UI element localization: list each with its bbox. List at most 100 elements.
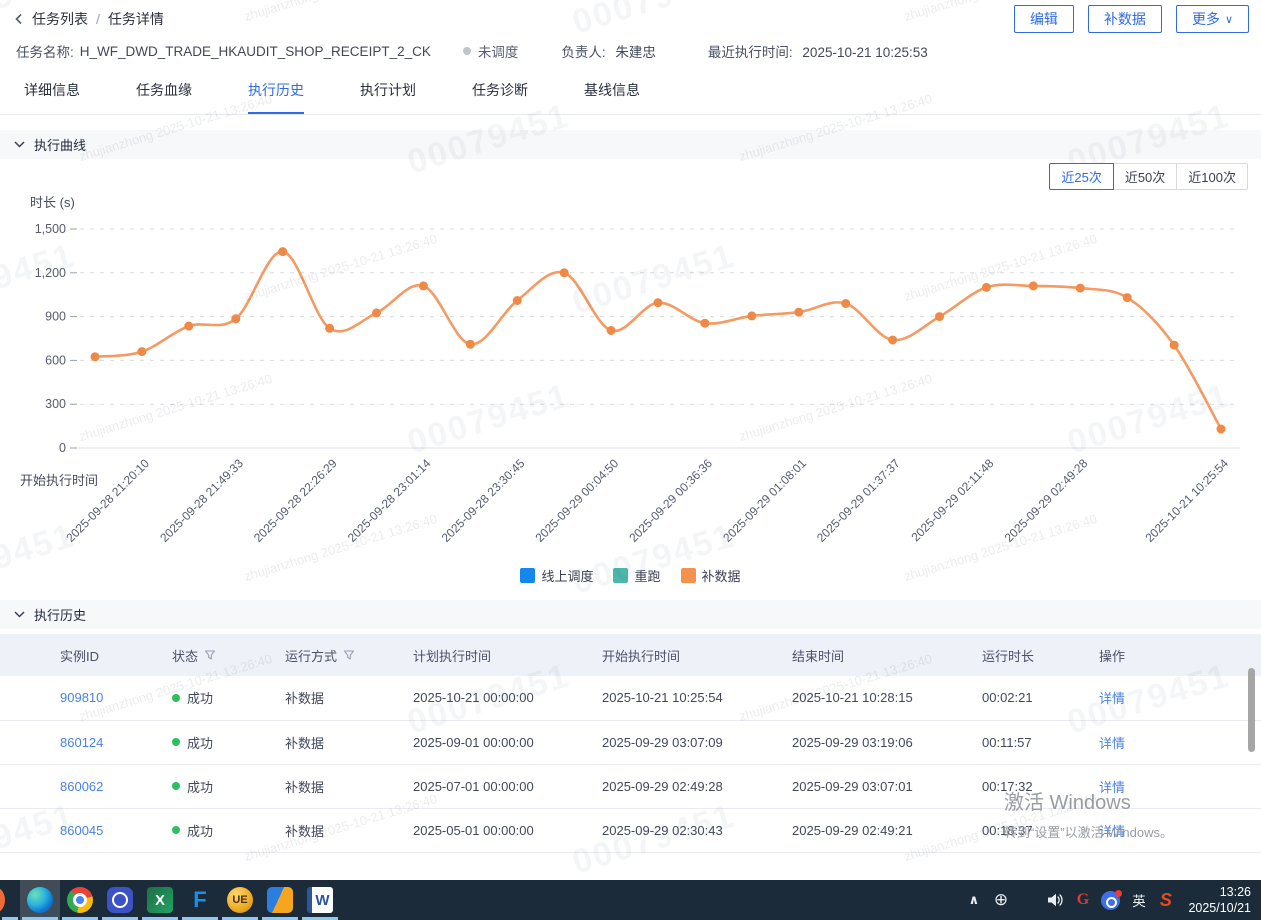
data-point[interactable]: [1029, 281, 1038, 290]
instance-id-link[interactable]: 909810: [60, 690, 103, 705]
svg-text:2025-09-29 01:08:01: 2025-09-29 01:08:01: [720, 456, 809, 545]
tray-s-app-icon[interactable]: S: [1157, 889, 1174, 911]
chevron-down-icon: ∨: [1225, 13, 1233, 26]
table-row: 909810成功补数据2025-10-21 00:00:002025-10-21…: [0, 676, 1261, 720]
range-100-button[interactable]: 近100次: [1176, 163, 1248, 190]
svg-text:900: 900: [45, 310, 66, 324]
instance-id-link[interactable]: 860124: [60, 735, 103, 750]
svg-text:2025-10-21 10:25:54: 2025-10-21 10:25:54: [1142, 456, 1231, 545]
data-point[interactable]: [654, 298, 663, 307]
data-point[interactable]: [466, 340, 475, 349]
more-button[interactable]: 更多∨: [1176, 5, 1249, 33]
taskbar-ultraedit-icon[interactable]: UE: [220, 880, 260, 920]
taskbar-clock[interactable]: 13:26 2025/10/21: [1184, 880, 1261, 920]
patch-data-button[interactable]: 补数据: [1088, 5, 1162, 33]
range-25-button[interactable]: 近25次: [1049, 163, 1113, 190]
data-point[interactable]: [325, 324, 334, 333]
column-header: 操作: [1099, 634, 1261, 676]
taskbar: XFUE W ∧ ⊕ G 英S 13:26 2025/10/21: [0, 880, 1261, 920]
data-point[interactable]: [419, 281, 428, 290]
range-50-button[interactable]: 近50次: [1113, 163, 1177, 190]
legend-item[interactable]: 补数据: [681, 566, 741, 585]
data-point[interactable]: [700, 319, 709, 328]
run-mode-cell: 补数据: [285, 676, 413, 720]
data-point[interactable]: [513, 296, 522, 305]
detail-link[interactable]: 详情: [1099, 736, 1125, 751]
taskbar-edge-icon[interactable]: [20, 880, 60, 920]
range-button-group: 近25次近50次近100次: [1049, 163, 1248, 190]
taskbar-word-icon[interactable]: W: [300, 880, 340, 920]
data-point[interactable]: [935, 312, 944, 321]
column-label: 实例ID: [60, 646, 99, 665]
data-point[interactable]: [982, 283, 991, 292]
taskbar-dingtalk-icon[interactable]: [100, 880, 140, 920]
tray-im-badge-icon[interactable]: [1101, 891, 1120, 910]
tray-g-app-icon[interactable]: G: [1074, 889, 1091, 911]
legend-item[interactable]: 重跑: [613, 566, 660, 585]
filter-icon[interactable]: [343, 649, 355, 661]
data-point[interactable]: [888, 336, 897, 345]
filter-icon[interactable]: [204, 649, 216, 661]
data-point[interactable]: [607, 326, 616, 335]
taskbar-excel-icon[interactable]: X: [140, 880, 180, 920]
excel-glyph: X: [147, 887, 173, 913]
tray-windows-icon[interactable]: [1019, 889, 1036, 911]
status-text: 未调度: [478, 41, 519, 61]
data-point[interactable]: [278, 247, 287, 256]
tray-chevron-up-icon[interactable]: ∧: [965, 889, 982, 911]
status-badge: 成功: [172, 821, 285, 840]
taskbar-apps: XFUE W: [0, 880, 340, 920]
curve-section-header[interactable]: 执行曲线: [0, 130, 1261, 159]
data-point[interactable]: [747, 311, 756, 320]
activate-windows-line1: 激活 Windows: [1004, 786, 1173, 815]
instance-id-link[interactable]: 860062: [60, 779, 103, 794]
data-point[interactable]: [1170, 341, 1179, 350]
data-point[interactable]: [1123, 293, 1132, 302]
tab-baseline-info[interactable]: 基线信息: [584, 80, 640, 114]
breadcrumb-task-list[interactable]: 任务列表: [32, 9, 88, 29]
data-point[interactable]: [137, 347, 146, 356]
edit-button[interactable]: 编辑: [1014, 5, 1074, 33]
data-point[interactable]: [184, 322, 193, 331]
tab-task-lineage[interactable]: 任务血缘: [136, 80, 192, 114]
tray-network-icon[interactable]: ⊕: [992, 889, 1009, 911]
instance-id-link[interactable]: 860045: [60, 823, 103, 838]
action-cell: 详情: [1099, 720, 1261, 764]
data-point[interactable]: [560, 268, 569, 277]
data-point[interactable]: [91, 352, 100, 361]
data-point[interactable]: [1217, 425, 1226, 434]
taskbar-pen-icon[interactable]: [0, 880, 20, 920]
tab-detail-info[interactable]: 详细信息: [24, 80, 80, 114]
table-scrollbar[interactable]: [1248, 668, 1255, 752]
data-point[interactable]: [231, 314, 240, 323]
detail-link[interactable]: 详情: [1099, 691, 1125, 706]
taskbar-chrome-icon[interactable]: [60, 880, 100, 920]
column-header-inner: 开始执行时间: [602, 646, 792, 665]
tab-task-diagnosis[interactable]: 任务诊断: [472, 80, 528, 114]
column-header-inner: 计划执行时间: [413, 646, 602, 665]
taskbar-fapp-icon[interactable]: F: [180, 880, 220, 920]
success-dot-icon: [172, 738, 180, 746]
data-point[interactable]: [1076, 284, 1085, 293]
svg-text:2025-09-29 02:11:48: 2025-09-29 02:11:48: [908, 456, 996, 544]
start-time-cell: 2025-09-29 02:30:43: [602, 808, 792, 852]
data-point[interactable]: [372, 308, 381, 317]
history-section-header[interactable]: 执行历史: [0, 600, 1261, 629]
tab-execution-plan[interactable]: 执行计划: [360, 80, 416, 114]
column-label: 结束时间: [792, 646, 844, 665]
duration-cell: 00:02:21: [982, 676, 1099, 720]
legend-item[interactable]: 线上调度: [520, 566, 593, 585]
data-point[interactable]: [794, 308, 803, 317]
tray-speaker-icon[interactable]: [1046, 889, 1064, 911]
tray-lang-icon[interactable]: 英: [1130, 889, 1147, 911]
status-badge: 未调度: [463, 41, 519, 61]
activate-windows-watermark: 激活 Windows 转到“设置”以激活 Windows。: [1004, 786, 1173, 841]
back-icon[interactable]: [14, 13, 24, 25]
taskbar-foxmail-icon[interactable]: [260, 880, 300, 920]
plan-time-cell: 2025-05-01 00:00:00: [413, 808, 602, 852]
watermark-text: zhujianzhong 2025-10-21 13:26:40: [242, 0, 439, 24]
column-header-inner: 结束时间: [792, 646, 982, 665]
tab-execution-history[interactable]: 执行历史: [248, 80, 304, 114]
data-point[interactable]: [841, 299, 850, 308]
owner-field: 负责人: 朱建忠: [561, 41, 656, 61]
